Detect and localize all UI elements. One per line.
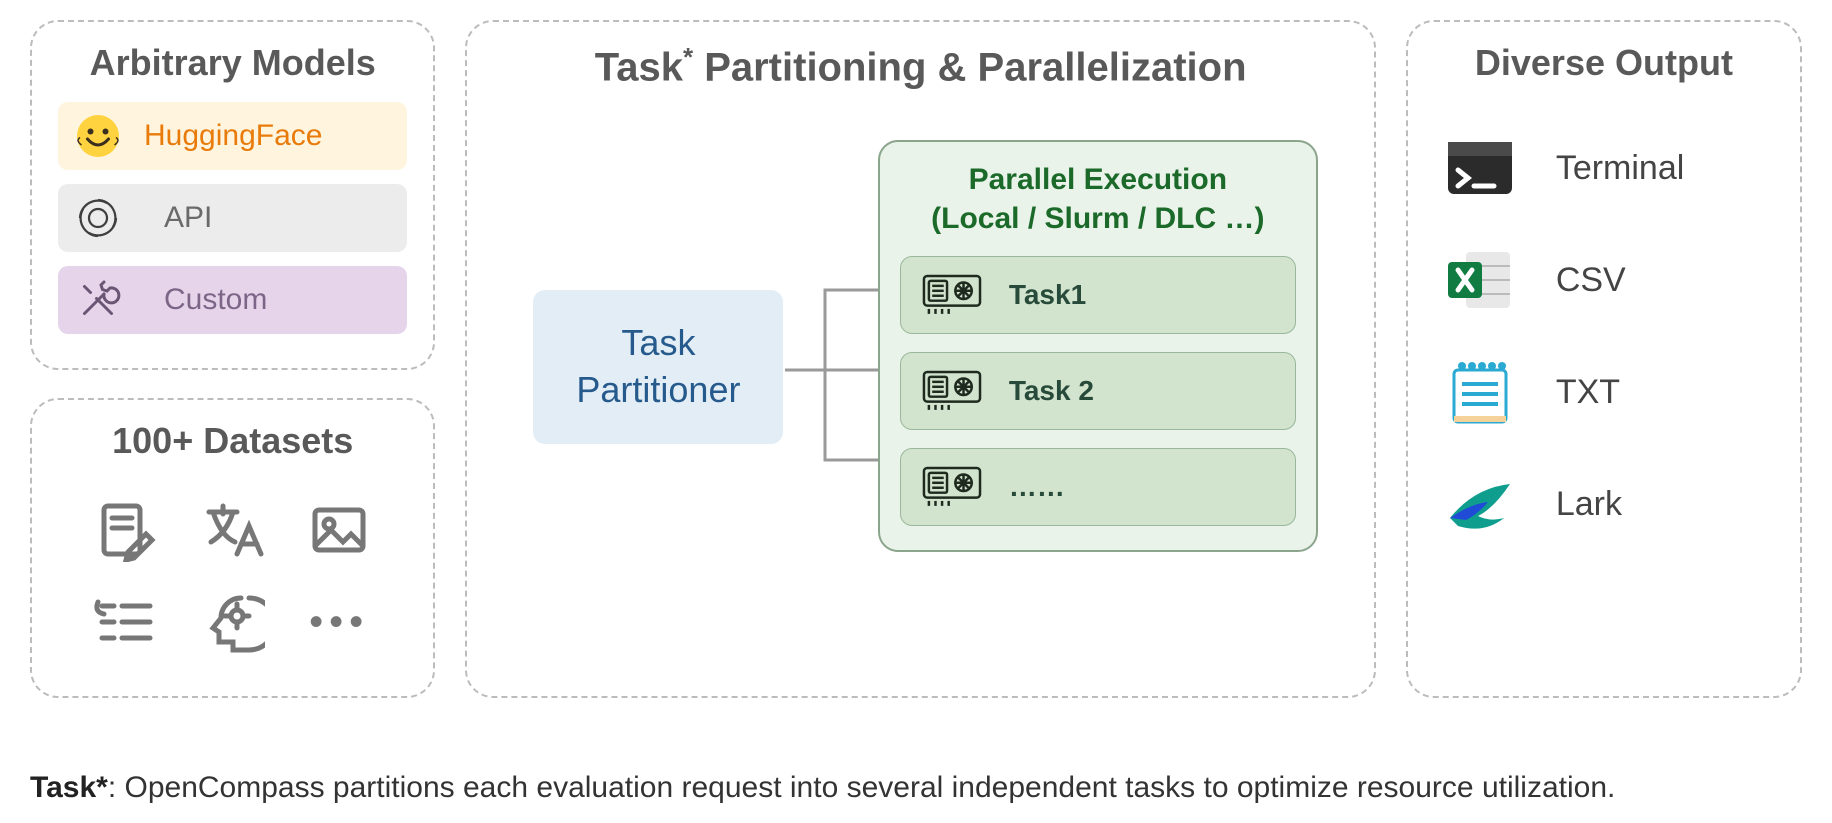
excel-icon	[1444, 244, 1516, 316]
exec-title: Parallel Execution (Local / Slurm / DLC …	[900, 160, 1296, 238]
notepad-icon	[1444, 356, 1516, 428]
terminal-icon	[1444, 132, 1516, 204]
arbitrary-models-box: Arbitrary Models HuggingFace API Custom	[30, 20, 435, 370]
output-item-csv: CSV	[1444, 244, 1764, 316]
model-huggingface: HuggingFace	[58, 102, 407, 170]
output-label: Lark	[1556, 485, 1622, 524]
model-custom: Custom	[58, 266, 407, 334]
footnote-bold: Task*	[30, 771, 108, 804]
output-list: Terminal CSV TXT Lark	[1434, 102, 1774, 570]
model-label: HuggingFace	[144, 119, 391, 153]
model-api: API	[58, 184, 407, 252]
center-title: Task* Partitioning & Parallelization	[493, 42, 1347, 90]
output-item-txt: TXT	[1444, 356, 1764, 428]
tools-icon	[74, 276, 122, 324]
footnote-text: : OpenCompass partitions each evaluation…	[108, 771, 1616, 804]
datasets-box: 100+ Datasets •••	[30, 398, 435, 698]
lark-icon	[1444, 468, 1516, 540]
center-box: Task* Partitioning & Parallelization Tas…	[465, 20, 1375, 698]
task-row: ……	[900, 448, 1296, 526]
exec-title-line2: (Local / Slurm / DLC …)	[900, 199, 1296, 238]
model-label: Custom	[144, 283, 391, 317]
task-row: Task1	[900, 256, 1296, 334]
gpu-icon	[919, 367, 985, 415]
gpu-icon	[919, 271, 985, 319]
more-dots-icon: •••	[309, 600, 369, 645]
task-label: ……	[1009, 471, 1065, 503]
left-column: Arbitrary Models HuggingFace API Custom	[30, 20, 435, 698]
footnote: Task*: OpenCompass partitions each evalu…	[30, 771, 1615, 805]
datasets-title: 100+ Datasets	[58, 420, 407, 462]
output-item-lark: Lark	[1444, 468, 1764, 540]
document-edit-icon	[94, 498, 158, 562]
output-label: TXT	[1556, 373, 1620, 412]
title-sup: *	[683, 42, 693, 72]
output-label: CSV	[1556, 261, 1626, 300]
title-suffix: Partitioning & Parallelization	[693, 45, 1246, 89]
list-icon	[94, 590, 158, 654]
openai-icon	[74, 194, 122, 242]
output-item-terminal: Terminal	[1444, 132, 1764, 204]
parallel-execution-box: Parallel Execution (Local / Slurm / DLC …	[878, 140, 1318, 552]
models-title: Arbitrary Models	[58, 42, 407, 84]
image-icon	[307, 498, 371, 562]
gpu-icon	[919, 463, 985, 511]
hugging-face-icon	[74, 112, 122, 160]
output-label: Terminal	[1556, 149, 1684, 188]
model-label: API	[144, 201, 391, 235]
head-brain-icon	[201, 590, 265, 654]
task-row: Task 2	[900, 352, 1296, 430]
title-prefix: Task	[595, 45, 683, 89]
translate-icon	[201, 498, 265, 562]
task-partitioner-box: Task Partitioner	[533, 290, 783, 444]
task-label: Task 2	[1009, 375, 1094, 407]
right-output-box: Diverse Output Terminal CSV TXT Lark	[1406, 20, 1802, 698]
exec-title-line1: Parallel Execution	[900, 160, 1296, 199]
partitioner-line2: Partitioner	[561, 367, 755, 414]
partitioner-line1: Task	[561, 320, 755, 367]
datasets-icon-grid: •••	[58, 480, 407, 662]
task-label: Task1	[1009, 279, 1086, 311]
output-title: Diverse Output	[1434, 42, 1774, 84]
center-body: Task Partitioner Parallel Execution (Loc…	[493, 130, 1347, 610]
